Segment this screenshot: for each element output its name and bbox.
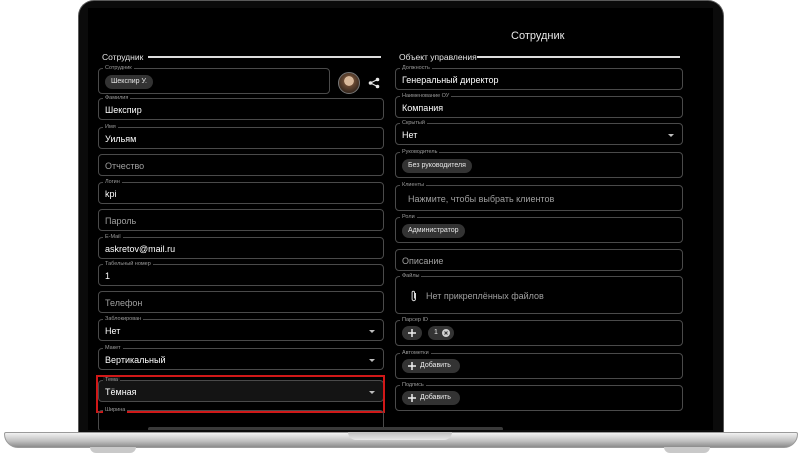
- ou-name-field[interactable]: Наименование ОУ Компания: [395, 92, 683, 118]
- plus-icon: [408, 362, 416, 370]
- files-label: Файлы: [400, 272, 422, 280]
- name-value: Уильям: [105, 134, 137, 144]
- app-screen: Сотрудник Сотрудник Сотрудник Шекспир У.…: [88, 8, 713, 430]
- horizontal-scrollbar[interactable]: [148, 427, 503, 430]
- ou-name-label: Наименование ОУ: [400, 92, 452, 100]
- parser-chip[interactable]: 1: [428, 326, 454, 340]
- hidden-label: Скрытый: [400, 119, 427, 127]
- files-field[interactable]: Файлы Нет прикреплённых файлов: [395, 272, 683, 314]
- description-placeholder: Описание: [402, 256, 444, 266]
- phone-placeholder: Телефон: [105, 298, 143, 308]
- add-signature-button[interactable]: Добавить: [402, 391, 460, 405]
- manager-chip[interactable]: Без руководителя: [402, 159, 472, 173]
- login-value: kpi: [105, 189, 117, 199]
- password-placeholder: Пароль: [105, 216, 137, 226]
- parser-field[interactable]: Парсер ID 1: [395, 316, 683, 346]
- hidden-select[interactable]: Скрытый Нет: [395, 119, 683, 145]
- blocked-value: Нет: [105, 326, 121, 336]
- add-signature-label: Добавить: [420, 394, 451, 401]
- clients-placeholder: Нажмите, чтобы выбрать клиентов: [408, 194, 555, 204]
- blocked-label: Заблокирован: [103, 315, 144, 323]
- ou-name-value: Компания: [402, 103, 444, 113]
- laptop-foot: [664, 447, 710, 453]
- layout-label: Макет: [103, 344, 123, 352]
- surname-label: Фамилия: [103, 94, 131, 102]
- tags-field[interactable]: Автометки Добавить: [395, 349, 683, 379]
- tab-number-label: Табельный номер: [103, 260, 153, 268]
- password-field[interactable]: Пароль: [98, 209, 384, 231]
- position-value: Генеральный директор: [402, 75, 499, 85]
- employee-chip[interactable]: Шекспир У.: [105, 75, 153, 89]
- section-title-management-object: Объект управления: [399, 52, 477, 62]
- signature-field[interactable]: Подпись Добавить: [395, 381, 683, 411]
- phone-field[interactable]: Телефон: [98, 291, 384, 313]
- page-title: Сотрудник: [511, 30, 565, 42]
- chevron-down-icon[interactable]: [668, 134, 674, 137]
- close-circle-icon[interactable]: [442, 329, 450, 337]
- width-label: Ширина: [103, 406, 128, 414]
- surname-field[interactable]: Фамилия Шекспир: [98, 94, 384, 120]
- layout-select[interactable]: Макет Вертикальный: [98, 344, 384, 370]
- login-label: Логин: [103, 178, 122, 186]
- position-field[interactable]: Должность Генеральный директор: [395, 64, 683, 90]
- layout-value: Вертикальный: [105, 355, 166, 365]
- email-value: askretov@mail.ru: [105, 244, 176, 254]
- position-label: Должность: [400, 64, 432, 72]
- avatar[interactable]: [338, 72, 360, 94]
- roles-field[interactable]: Роли Администратор: [395, 213, 683, 243]
- plus-icon: [408, 394, 416, 402]
- paperclip-icon[interactable]: [410, 290, 418, 302]
- tab-number-value: 1: [105, 271, 111, 281]
- clients-field[interactable]: Клиенты Нажмите, чтобы выбрать клиентов: [395, 181, 683, 211]
- parser-label: Парсер ID: [400, 316, 430, 324]
- theme-highlight-box: [96, 375, 385, 413]
- section-title-employee: Сотрудник: [102, 52, 144, 62]
- employee-label: Сотрудник: [103, 64, 134, 72]
- laptop-frame: Сотрудник Сотрудник Сотрудник Шекспир У.…: [0, 0, 800, 464]
- description-field[interactable]: Описание: [395, 249, 683, 271]
- patronymic-placeholder: Отчество: [105, 161, 145, 171]
- clients-label: Клиенты: [400, 181, 427, 189]
- roles-label: Роли: [400, 213, 417, 221]
- files-empty-text: Нет прикреплённых файлов: [426, 291, 544, 301]
- hidden-value: Нет: [402, 130, 418, 140]
- employee-field[interactable]: Сотрудник Шекспир У.: [98, 64, 330, 94]
- parser-chip-value: 1: [434, 329, 438, 336]
- share-icon[interactable]: [368, 77, 380, 89]
- tab-number-field[interactable]: Табельный номер 1: [98, 260, 384, 286]
- email-field[interactable]: E-Mail askretov@mail.ru: [98, 233, 384, 259]
- patronymic-field[interactable]: Отчество: [98, 154, 384, 176]
- laptop-feet: [90, 447, 710, 453]
- roles-chip[interactable]: Администратор: [402, 224, 465, 238]
- email-label: E-Mail: [103, 233, 123, 241]
- manager-label: Руководитель: [400, 148, 440, 156]
- signature-label: Подпись: [400, 381, 426, 389]
- chevron-down-icon[interactable]: [369, 359, 375, 362]
- name-label: Имя: [103, 123, 118, 131]
- laptop-foot: [90, 447, 136, 453]
- chevron-down-icon[interactable]: [369, 330, 375, 333]
- section-divider: [477, 56, 680, 58]
- laptop-notch: [348, 432, 452, 440]
- blocked-select[interactable]: Заблокирован Нет: [98, 315, 384, 341]
- login-field[interactable]: Логин kpi: [98, 178, 384, 204]
- plus-icon: [408, 329, 416, 337]
- section-divider: [148, 56, 381, 58]
- surname-value: Шекспир: [105, 105, 142, 115]
- add-tag-button[interactable]: Добавить: [402, 359, 460, 373]
- name-field[interactable]: Имя Уильям: [98, 123, 384, 149]
- add-parser-button[interactable]: [402, 326, 422, 340]
- manager-field[interactable]: Руководитель Без руководителя: [395, 148, 683, 178]
- tags-label: Автометки: [400, 349, 431, 357]
- add-tag-label: Добавить: [420, 362, 451, 369]
